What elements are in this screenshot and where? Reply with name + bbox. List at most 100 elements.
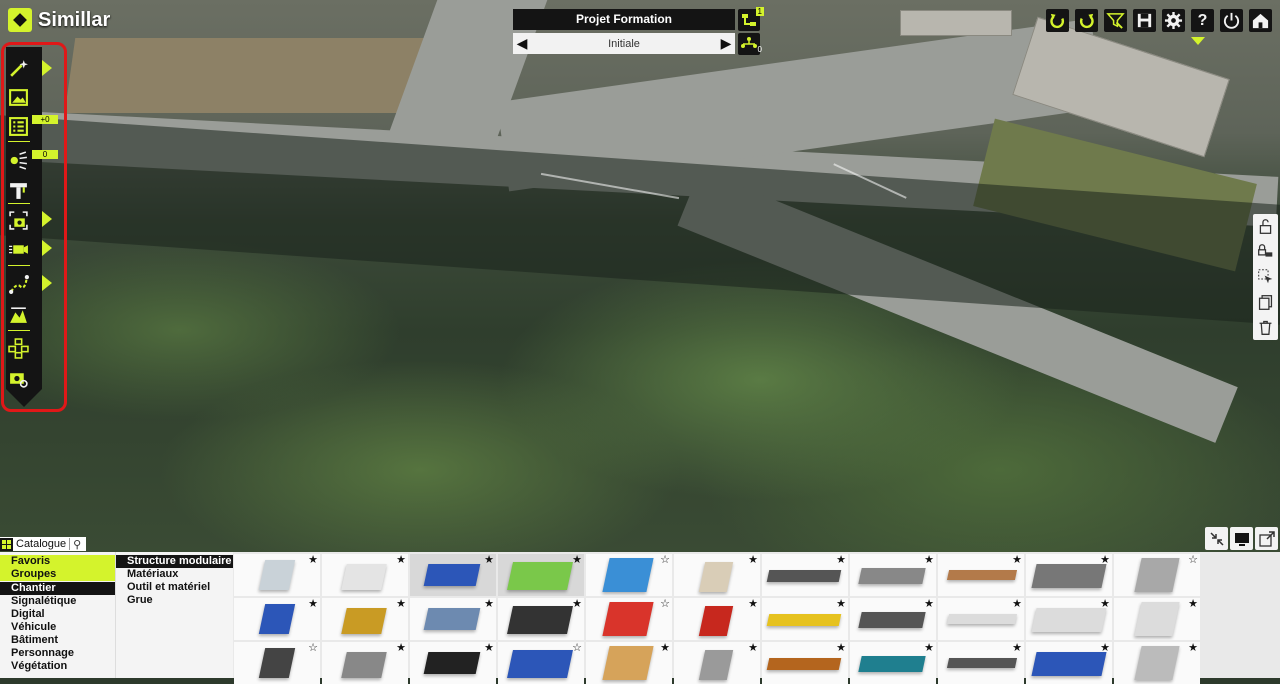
category-item[interactable]: Véhicule: [0, 621, 115, 634]
favorite-star-icon[interactable]: ★: [1012, 555, 1022, 566]
catalog-item-cabinet-dark[interactable]: ★: [850, 598, 936, 640]
favorite-star-icon[interactable]: ★: [1100, 599, 1110, 610]
favorite-star-icon[interactable]: ★: [1012, 643, 1022, 654]
subcategory-item[interactable]: Grue: [116, 594, 233, 607]
power-button[interactable]: [1220, 9, 1243, 32]
catalog-tab[interactable]: Catalogue ⚲: [0, 537, 87, 551]
favorite-star-icon[interactable]: ★: [1100, 555, 1110, 566]
trash-button[interactable]: [1256, 317, 1276, 337]
project-title[interactable]: Projet Formation: [513, 9, 735, 30]
undo-button[interactable]: [1046, 9, 1069, 32]
select-cursor-button[interactable]: [1256, 267, 1276, 287]
expand-button[interactable]: [1255, 527, 1278, 550]
favorite-star-icon[interactable]: ★: [484, 643, 494, 654]
favorite-star-icon[interactable]: ☆: [308, 643, 318, 654]
favorite-star-icon[interactable]: ★: [836, 555, 846, 566]
expand-arrow[interactable]: [42, 275, 52, 291]
favorite-star-icon[interactable]: ★: [1100, 643, 1110, 654]
favorite-star-icon[interactable]: ★: [308, 555, 318, 566]
favorite-star-icon[interactable]: ★: [748, 555, 758, 566]
unlock-button[interactable]: [1256, 217, 1276, 237]
favorite-star-icon[interactable]: ★: [924, 599, 934, 610]
catalog-item-rail-cart[interactable]: ★: [410, 598, 496, 640]
favorite-star-icon[interactable]: ☆: [660, 555, 670, 566]
category-groups[interactable]: Groupes: [0, 568, 115, 581]
catalog-item-yellow-skip[interactable]: ★: [322, 598, 408, 640]
search-icon[interactable]: ⚲: [70, 538, 84, 551]
help-button[interactable]: ?: [1191, 9, 1214, 32]
favorite-star-icon[interactable]: ★: [1188, 599, 1198, 610]
category-item[interactable]: Bâtiment: [0, 634, 115, 647]
next-variant-button[interactable]: ▶: [717, 35, 735, 52]
favorite-star-icon[interactable]: ★: [484, 599, 494, 610]
catalog-item-frame-table[interactable]: ★: [498, 598, 584, 640]
catalog-item-conveyor-blue[interactable]: ★: [234, 598, 320, 640]
image-button[interactable]: [6, 85, 30, 109]
crane-button[interactable]: [6, 178, 30, 202]
variants-tree-button[interactable]: 1: [738, 7, 764, 31]
favorite-star-icon[interactable]: ★: [396, 555, 406, 566]
catalog-item-module-office[interactable]: ★: [234, 554, 320, 596]
favorite-star-icon[interactable]: ★: [660, 643, 670, 654]
prev-variant-button[interactable]: ◀: [513, 35, 531, 52]
expand-arrow[interactable]: [42, 211, 52, 227]
catalog-item-round-tank[interactable]: ★: [674, 554, 760, 596]
expand-arrow[interactable]: [42, 60, 52, 76]
favorite-star-icon[interactable]: ★: [924, 643, 934, 654]
favorite-star-icon[interactable]: ★: [748, 643, 758, 654]
catalog-item-bus-shelter[interactable]: ☆: [586, 554, 672, 596]
catalog-item-rail-track[interactable]: ★: [762, 554, 848, 596]
favorite-star-icon[interactable]: ★: [1188, 643, 1198, 654]
video-camera-button[interactable]: [6, 237, 30, 261]
catalog-item-scaffold[interactable]: ★: [1026, 554, 1112, 596]
category-item[interactable]: Digital: [0, 608, 115, 621]
save-button[interactable]: [1133, 9, 1156, 32]
filter-link-button[interactable]: [1104, 9, 1127, 32]
redo-button[interactable]: [1075, 9, 1098, 32]
category-favorites[interactable]: Favoris: [0, 555, 115, 568]
subcategory-item[interactable]: Structure modulaire: [116, 555, 233, 568]
node-button[interactable]: 0: [738, 33, 762, 55]
collapse-button[interactable]: [1205, 527, 1228, 550]
catalog-item-container-white[interactable]: ★: [322, 554, 408, 596]
light-source-button[interactable]: [6, 148, 30, 172]
catalog-item-barrier-long[interactable]: ★: [938, 554, 1024, 596]
favorite-star-icon[interactable]: ★: [484, 555, 494, 566]
category-item[interactable]: Signalétique: [0, 595, 115, 608]
catalog-item-green-skip[interactable]: ★: [498, 554, 584, 596]
expand-arrow[interactable]: [42, 240, 52, 256]
favorite-star-icon[interactable]: ★: [308, 599, 318, 610]
network-button[interactable]: [6, 336, 30, 360]
camera-frame-button[interactable]: [6, 208, 30, 232]
catalog-item-fence-panel[interactable]: ★: [850, 554, 936, 596]
catalog-item-concrete-barrier-3[interactable]: ★: [1114, 598, 1200, 640]
favorite-star-icon[interactable]: ★: [396, 599, 406, 610]
catalog-item-concrete-barrier[interactable]: ★: [938, 598, 1024, 640]
checklist-button[interactable]: [6, 114, 30, 138]
favorite-star-icon[interactable]: ★: [572, 599, 582, 610]
home-button[interactable]: [1249, 9, 1272, 32]
catalog-item-scissor-lift[interactable]: ★: [674, 598, 760, 640]
category-item[interactable]: Végétation: [0, 660, 115, 673]
favorite-star-icon[interactable]: ★: [836, 643, 846, 654]
category-item[interactable]: Chantier: [0, 582, 115, 595]
path-button[interactable]: [6, 272, 30, 296]
lock-vehicle-button[interactable]: [1256, 242, 1276, 262]
favorite-star-icon[interactable]: ☆: [572, 643, 582, 654]
favorite-star-icon[interactable]: ☆: [660, 599, 670, 610]
category-item[interactable]: Personnage: [0, 647, 115, 660]
favorite-star-icon[interactable]: ★: [924, 555, 934, 566]
favorite-star-icon[interactable]: ★: [572, 555, 582, 566]
copy-button[interactable]: [1256, 292, 1276, 312]
favorite-star-icon[interactable]: ★: [396, 643, 406, 654]
3d-viewport[interactable]: [0, 0, 1280, 552]
catalog-item-yellow-ramp[interactable]: ★: [762, 598, 848, 640]
settings-button[interactable]: [1162, 9, 1185, 32]
favorite-star-icon[interactable]: ☆: [1188, 555, 1198, 566]
catalog-item-blue-tank[interactable]: ★: [410, 554, 496, 596]
screen-button[interactable]: [1230, 527, 1253, 550]
catalog-item-concrete-barrier-2[interactable]: ★: [1026, 598, 1112, 640]
favorite-star-icon[interactable]: ★: [836, 599, 846, 610]
magic-wand-button[interactable]: [6, 56, 30, 80]
subcategory-item[interactable]: Outil et matériel: [116, 581, 233, 594]
